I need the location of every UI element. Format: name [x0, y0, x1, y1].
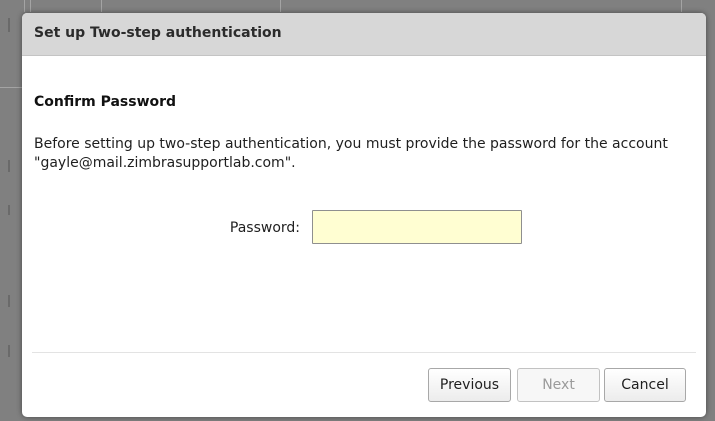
- background-mark: [8, 295, 10, 307]
- cancel-button[interactable]: Cancel: [604, 368, 686, 402]
- next-button[interactable]: Next: [517, 368, 600, 402]
- footer-divider: [32, 352, 696, 353]
- background-mark: [8, 345, 10, 357]
- password-label: Password:: [229, 220, 300, 236]
- background-divider: [101, 0, 102, 12]
- background-divider: [681, 0, 682, 12]
- dialog-title: Set up Two-step authentication: [34, 25, 282, 41]
- dialog-header[interactable]: Set up Two-step authentication: [22, 13, 706, 56]
- description-text: Before setting up two-step authenticatio…: [34, 136, 668, 171]
- background-divider: [24, 0, 25, 12]
- password-input[interactable]: [312, 210, 522, 244]
- background-divider: [30, 0, 31, 12]
- section-title: Confirm Password: [34, 94, 177, 110]
- previous-button[interactable]: Previous: [428, 368, 511, 402]
- background-mark: [8, 18, 10, 32]
- background-divider: [0, 87, 22, 88]
- two-step-setup-dialog: Set up Two-step authentication Confirm P…: [22, 13, 706, 417]
- background-divider: [280, 0, 281, 12]
- background-mark: [8, 160, 10, 172]
- background-mark: [8, 205, 10, 215]
